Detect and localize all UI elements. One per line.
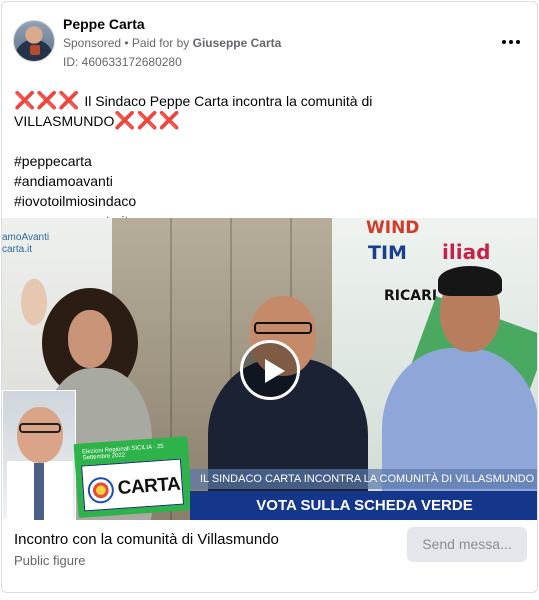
video-player[interactable]: amoAvanti carta.it WIND TIM iliad RICARI <box>2 218 537 520</box>
green-ballot-graphic: Elezioni Regionali SICILIA · 25 Settembr… <box>73 436 193 518</box>
post-footer: Incontro con la comunità di Villasmundo … <box>2 520 537 592</box>
sponsored-meta: Sponsored • Paid for by Giuseppe Carta <box>63 36 281 50</box>
send-message-button[interactable]: Send messa... <box>407 527 527 562</box>
tim-logo: TIM <box>368 242 407 264</box>
post-header: Peppe Carta Sponsored • Paid for by Gius… <box>2 2 537 78</box>
ballot-name: CARTA <box>117 473 181 500</box>
paid-for-prefix: • Paid for by <box>121 36 193 50</box>
video-caption: IL SINDACO CARTA INCONTRA LA COMUNITÀ DI… <box>190 469 537 489</box>
woman-face <box>68 310 112 368</box>
author-avatar[interactable] <box>13 20 55 62</box>
cross-mark-icon: ❌❌❌ <box>114 111 181 130</box>
ricariche-sign: RICARI <box>384 288 438 304</box>
hashtag-iovotoilmiosindaco[interactable]: #iovotoilmiosindaco <box>14 191 526 211</box>
speaker-glasses <box>254 322 312 334</box>
headline-line: ❌❌❌ Il Sindaco Peppe Carta incontra la c… <box>14 91 526 131</box>
hashtag-andiamoavanti[interactable]: #andiamoavanti <box>14 171 526 191</box>
ad-id: ID: 460633172680280 <box>63 55 182 69</box>
candidate-inset-photo <box>2 390 76 520</box>
play-icon[interactable] <box>240 340 300 400</box>
wind-logo: WIND <box>366 218 420 238</box>
footer-title[interactable]: Incontro con la comunità di Villasmundo <box>14 531 279 548</box>
cross-mark-icon: ❌❌❌ <box>14 91 81 110</box>
footer-subtitle: Public figure <box>14 553 86 568</box>
author-name[interactable]: Peppe Carta <box>63 16 145 32</box>
vote-banner: VOTA SULLA SCHEDA VERDE <box>190 491 537 520</box>
more-options-icon[interactable] <box>499 32 523 52</box>
post-text: ❌❌❌ Il Sindaco Peppe Carta incontra la c… <box>14 91 526 231</box>
payer-name: Giuseppe Carta <box>192 36 282 50</box>
man-hair <box>438 266 502 296</box>
sponsored-post-card: Peppe Carta Sponsored • Paid for by Gius… <box>1 1 538 593</box>
hashtag-peppecarta[interactable]: #peppecarta <box>14 151 526 171</box>
iliad-logo: iliad <box>442 240 491 264</box>
party-symbol-icon <box>86 476 115 505</box>
sponsored-label: Sponsored <box>63 36 122 50</box>
